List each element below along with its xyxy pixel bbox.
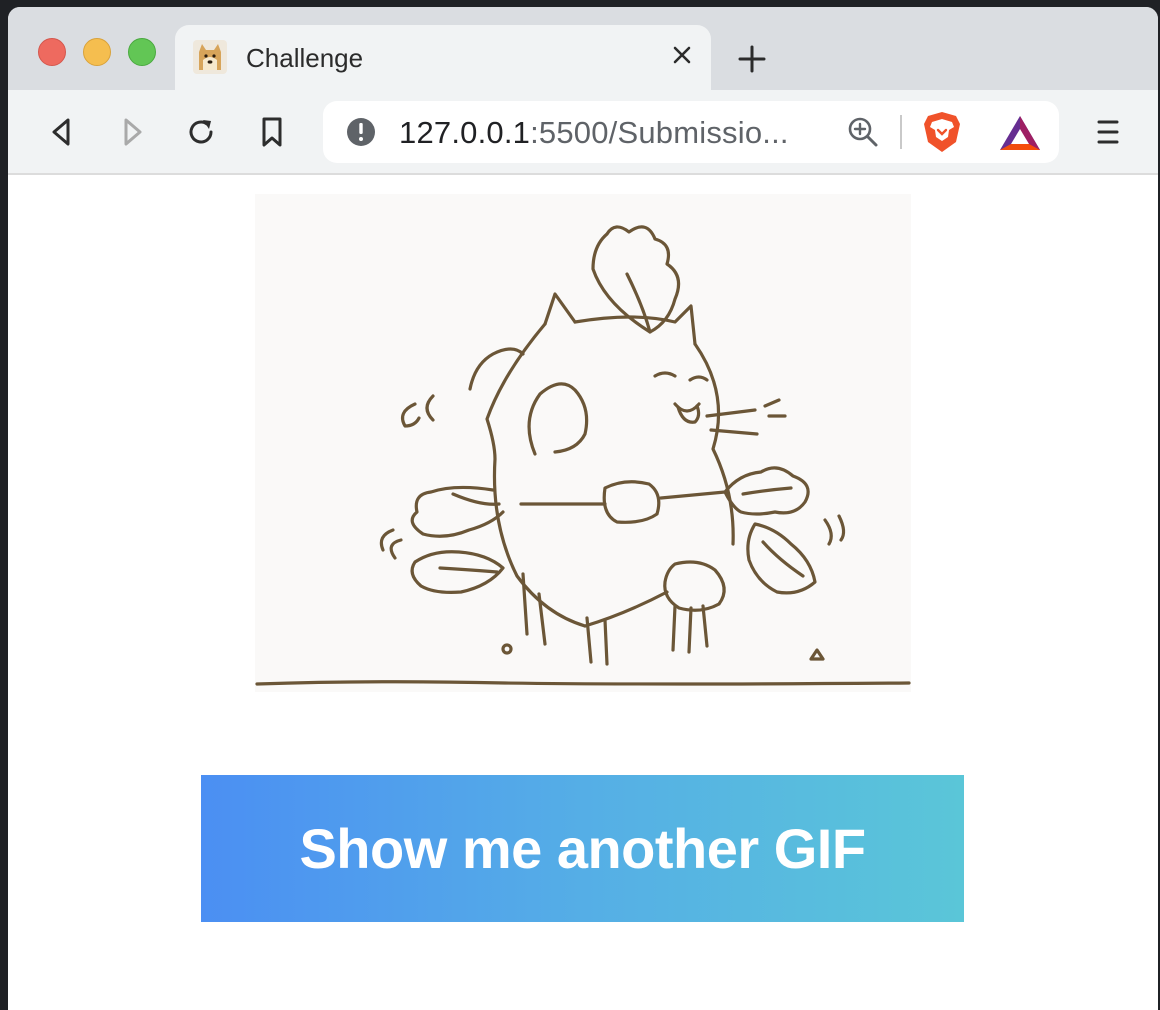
- browser-toolbar: 127.0.0.1:5500/Submissio...: [8, 90, 1158, 175]
- url-text[interactable]: 127.0.0.1:5500/Submissio...: [399, 115, 789, 151]
- url-path: :5500/Submissio...: [530, 115, 789, 150]
- forward-arrow-icon[interactable]: [114, 114, 150, 150]
- url-host: 127.0.0.1: [399, 115, 531, 150]
- address-bar[interactable]: 127.0.0.1:5500/Submissio...: [323, 101, 1059, 163]
- bookmark-icon[interactable]: [254, 114, 290, 150]
- plus-icon[interactable]: [737, 44, 767, 74]
- minimize-window-button[interactable]: [83, 38, 111, 66]
- tab-title: Challenge: [246, 43, 364, 73]
- tab-strip: Challenge: [8, 7, 1158, 91]
- brave-shields-icon[interactable]: [922, 110, 962, 154]
- hamburger-menu-icon[interactable]: [1093, 116, 1123, 148]
- omnibox-separator: [900, 115, 902, 149]
- doge-favicon-icon: [193, 40, 227, 74]
- show-another-gif-button[interactable]: Show me another GIF: [201, 775, 964, 922]
- cartoon-cat-gif-image: [255, 194, 911, 692]
- maximize-window-button[interactable]: [128, 38, 156, 66]
- page-content: Show me another GIF: [8, 175, 1158, 1010]
- reload-icon[interactable]: [183, 114, 219, 150]
- browser-window: Challenge 127.0.0.1:5500/Submissio... Sh…: [8, 7, 1158, 1010]
- info-icon[interactable]: [345, 116, 377, 148]
- zoom-in-icon[interactable]: [846, 115, 880, 149]
- tab-challenge[interactable]: Challenge: [175, 25, 711, 91]
- close-window-button[interactable]: [38, 38, 66, 66]
- back-arrow-icon[interactable]: [44, 114, 80, 150]
- close-icon[interactable]: [667, 40, 697, 70]
- bat-rewards-icon[interactable]: [998, 113, 1042, 153]
